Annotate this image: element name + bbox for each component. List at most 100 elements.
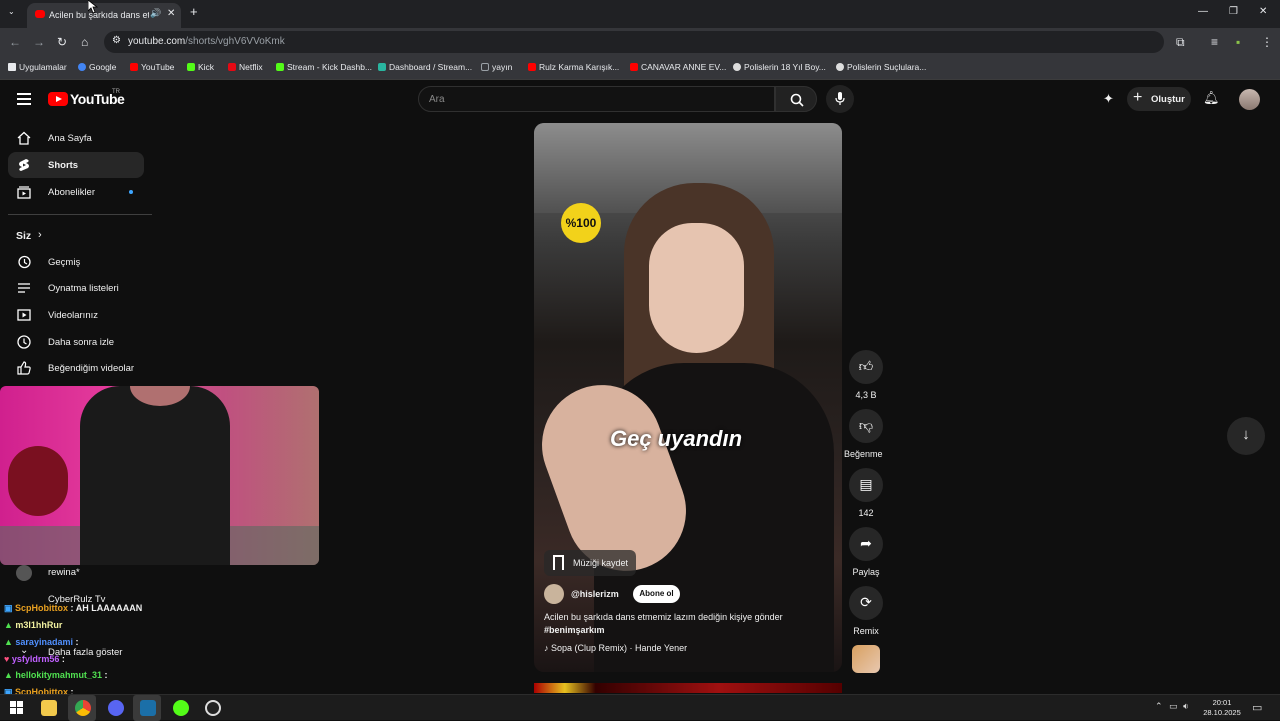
bookmark-item[interactable]: Stream - Kick Dashb... — [276, 62, 372, 72]
share-icon: ➦ — [860, 535, 872, 551]
bookmark-item[interactable]: CANAVAR ANNE EV... — [630, 62, 726, 72]
notification-center-icon[interactable]: ▭ — [1252, 701, 1262, 714]
close-tab-icon[interactable]: ✕ — [167, 8, 175, 19]
chrome-icon[interactable] — [75, 700, 91, 716]
home-browser-icon[interactable]: ⌂ — [81, 35, 88, 49]
obs-icon[interactable] — [205, 700, 221, 716]
chevron-up-icon[interactable]: ⌃ — [1155, 701, 1163, 711]
extension-icon[interactable]: ▪ — [1236, 35, 1240, 49]
share-button-circle[interactable]: ➦ — [849, 527, 883, 561]
system-tray[interactable]: ⌃ ▭ 🔉︎ — [1155, 701, 1189, 712]
bookmark-folder[interactable]: yayın — [481, 62, 512, 72]
dislike-label: Beğenme — [844, 449, 883, 459]
bookmark-item[interactable]: Uygulamalar — [8, 62, 67, 72]
dislike-button-circle[interactable]: 👎︎ — [849, 409, 883, 443]
bookmark-item[interactable]: Polislerin 18 Yıl Boy... — [733, 62, 826, 72]
volume-icon[interactable]: 🔉︎ — [1183, 701, 1189, 711]
minimize-icon[interactable]: — — [1198, 6, 1208, 17]
extensions-icon[interactable]: ⧉ — [1176, 35, 1185, 50]
like-button-circle[interactable]: 👍︎ — [849, 350, 883, 384]
search-button[interactable] — [775, 86, 817, 112]
like-button[interactable]: 👍︎ 4,3 B — [849, 350, 883, 400]
search-input[interactable]: Ara — [418, 86, 775, 112]
channel-avatar[interactable] — [16, 565, 32, 581]
sidebar-item-history[interactable]: Geçmiş — [8, 249, 144, 275]
back-icon[interactable]: ← — [9, 35, 21, 49]
windows-start-icon[interactable] — [9, 700, 25, 716]
youtube-icon — [130, 63, 138, 71]
sidebar-item-your-videos[interactable]: Videolarınız — [8, 302, 144, 328]
sidebar-item-liked[interactable]: Beğendiğim videolar — [8, 355, 144, 381]
close-window-icon[interactable]: ✕ — [1259, 6, 1267, 17]
file-explorer-icon[interactable] — [41, 700, 57, 716]
app-green-icon[interactable] — [173, 700, 189, 716]
forward-icon[interactable]: → — [33, 35, 45, 49]
chat-user: m3l1hhRur — [15, 620, 63, 630]
next-short-preview[interactable] — [534, 683, 842, 693]
sidebar-you-header[interactable]: Siz › — [8, 222, 144, 248]
network-icon[interactable]: ▭ — [1169, 701, 1178, 711]
share-button[interactable]: ➦ Paylaş — [849, 527, 883, 577]
video-subject-face — [649, 223, 744, 353]
channel-name[interactable]: @hislerizm — [571, 589, 619, 599]
new-tab-icon[interactable]: + — [190, 4, 198, 19]
bookmark-item[interactable]: Google — [78, 62, 116, 72]
dislike-button[interactable]: 👎︎ Beğenme — [844, 409, 883, 459]
remix-button[interactable]: ⟳ Remix — [849, 586, 883, 636]
media-control-icon[interactable]: ≡ — [1211, 35, 1218, 49]
save-music-button[interactable]: Müziği kaydet — [544, 550, 636, 576]
sidebar-item-home[interactable]: Ana Sayfa — [8, 125, 144, 151]
remix-button-circle[interactable]: ⟳ — [849, 586, 883, 620]
sidebar-item-watch-later[interactable]: Daha sonra izle — [8, 329, 144, 355]
chat-user: sarayinadami — [15, 637, 73, 647]
comments-button[interactable]: ▤ 142 — [849, 468, 883, 518]
sound-thumbnail[interactable] — [852, 645, 880, 673]
hashtag-link[interactable]: #benimşarkım — [544, 625, 605, 635]
short-video-player[interactable]: %100 Geç uyandın Müziği kaydet @hisleriz… — [534, 123, 842, 672]
notifications-bell-icon[interactable]: 🔔︎ — [1203, 90, 1220, 106]
thumbs-up-icon: 👍︎ — [858, 358, 874, 374]
bookmark-item[interactable]: Polislerin Suçlulara... — [836, 62, 926, 72]
bookmark-item[interactable]: Netflix — [228, 62, 263, 72]
voice-search-button[interactable] — [826, 85, 854, 113]
reload-icon[interactable]: ↻ — [57, 35, 67, 49]
sidebar-item-shorts[interactable]: Shorts — [8, 152, 144, 178]
taskbar-clock[interactable]: 20:01 28.10.2025 — [1200, 698, 1244, 718]
bookmark-item[interactable]: Dashboard / Stream... — [378, 62, 472, 72]
browser-menu-icon[interactable]: ⋮ — [1261, 35, 1273, 49]
sidebar-item-label: Oynatma listeleri — [48, 283, 119, 294]
browser-tab[interactable]: Acilen bu şarkıda dans etmemiz lazım 🔊 ✕ — [27, 3, 181, 28]
sidebar-item-subscriptions[interactable]: Abonelikler — [8, 179, 144, 205]
steam-icon[interactable] — [140, 700, 156, 716]
address-bar[interactable]: ⚙ youtube.com/shorts/vghV6VVoKmk — [104, 31, 1164, 53]
video-description[interactable]: Acilen bu şarkıda dans etmemiz lazım ded… — [544, 611, 824, 637]
restore-icon[interactable]: ❐ — [1229, 6, 1238, 17]
site-info-icon[interactable]: ⚙ — [112, 35, 121, 46]
youtube-logo-icon[interactable] — [48, 92, 68, 106]
chat-badge-icon: ▲ — [4, 670, 16, 680]
channel-avatar[interactable] — [544, 584, 564, 604]
netflix-icon — [228, 63, 236, 71]
bookmark-item[interactable]: Rulz Karma Karışık... — [528, 62, 619, 72]
sidebar-channel-label[interactable]: rewina* — [48, 567, 80, 578]
discord-icon[interactable] — [108, 700, 124, 716]
account-avatar[interactable] — [1239, 89, 1260, 110]
subscribe-button[interactable]: Abone ol — [633, 585, 680, 603]
chat-badge-icon: ▲ — [4, 637, 16, 647]
comments-button-circle[interactable]: ▤ — [849, 468, 883, 502]
sidebar-item-playlists[interactable]: Oynatma listeleri — [8, 275, 144, 301]
tab-search-icon[interactable]: ⌄ — [8, 7, 15, 16]
create-button[interactable]: + Oluştur — [1127, 87, 1191, 111]
bookmark-item[interactable]: Kick — [187, 62, 214, 72]
dashboard-icon — [378, 63, 386, 71]
bookmark-item[interactable]: YouTube — [130, 62, 174, 72]
song-link[interactable]: ♪ Sopa (Clup Remix) · Hande Yener — [544, 643, 687, 653]
sidebar-item-label: Beğendiğim videolar — [48, 363, 135, 374]
gemini-sparkle-icon[interactable]: ✦ — [1103, 91, 1114, 107]
bookmark-label: Kick — [198, 62, 215, 72]
sidebar-divider — [8, 214, 152, 215]
bookmark-label: Google — [89, 62, 117, 72]
speaker-icon[interactable]: 🔊 — [150, 8, 161, 19]
hamburger-menu-icon[interactable] — [17, 93, 31, 105]
next-short-button[interactable]: ↓ — [1227, 417, 1265, 455]
